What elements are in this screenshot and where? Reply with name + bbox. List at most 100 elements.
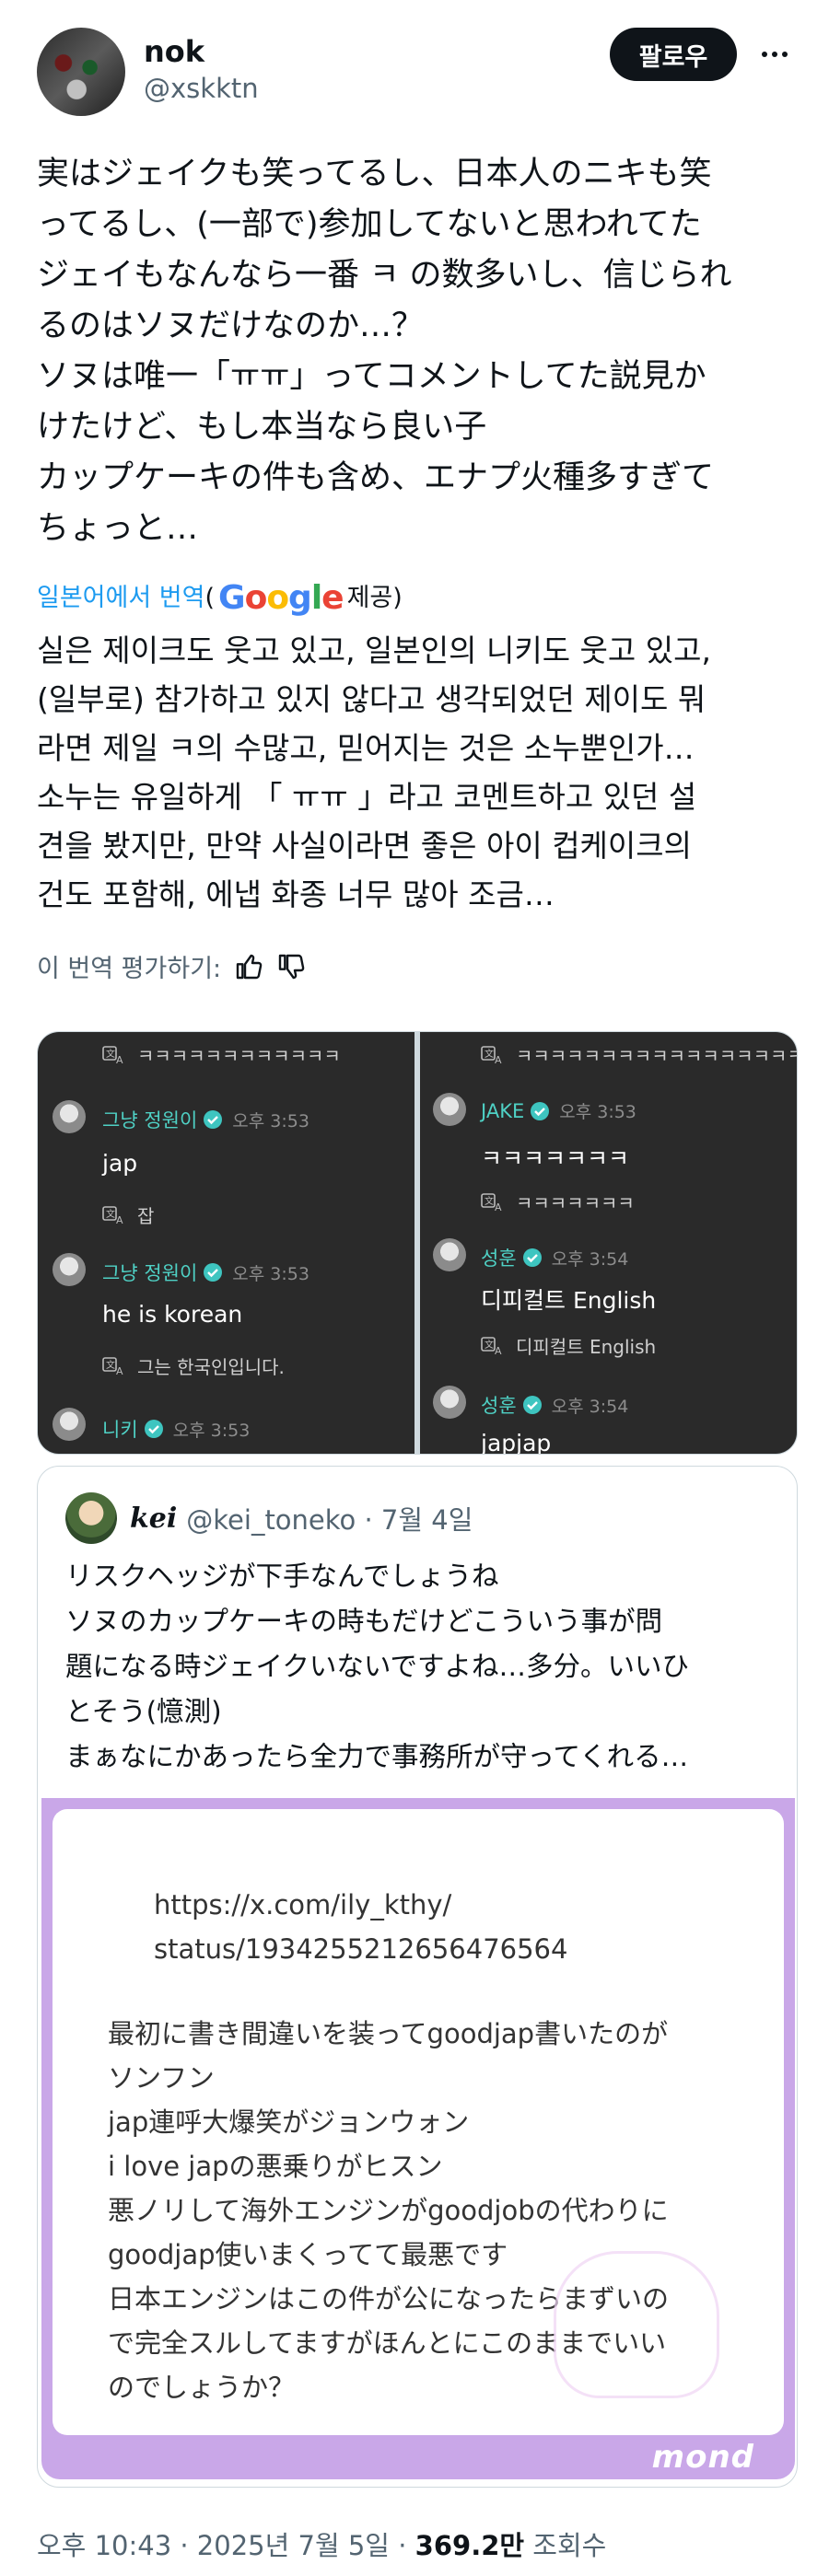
translation-line: 소누는 유일하게 「 ㅠㅠ 」라고 코멘트하고 있던 설 — [37, 779, 697, 815]
translation-line: 文A 디피컬트 English — [481, 1332, 656, 1359]
chat-avatar — [433, 1093, 466, 1126]
quote-image[interactable]: https://x.com/ily_kthy/ status/193425521… — [41, 1798, 795, 2479]
chat-avatar — [433, 1238, 466, 1271]
chat-screenshot-right[interactable]: 文A ㅋㅋㅋㅋㅋㅋㅋㅋㅋㅋㅋㅋㅋㅋㅋㅋㅋ JAKE 오후 3:53 ㅋㅋㅋㅋㅋㅋ… — [420, 1032, 797, 1454]
verified-icon — [522, 1248, 542, 1267]
chat-avatar — [53, 1408, 86, 1441]
chat-sender: 그냥 정원이 오후 3:53 — [102, 1262, 309, 1284]
svg-text:文: 文 — [106, 1359, 115, 1371]
translation-line: (일부로) 참가하고 있지 않다고 생각되었던 제이도 뭐 — [37, 681, 706, 717]
svg-text:文: 文 — [106, 1208, 115, 1220]
author-avatar[interactable] — [37, 28, 125, 116]
chat-avatar — [53, 1100, 86, 1133]
svg-text:A: A — [116, 1214, 123, 1225]
quote-avatar — [65, 1492, 117, 1544]
paren-open: ( — [204, 584, 216, 612]
views-label: 조회수 — [524, 2530, 607, 2561]
svg-text:A: A — [495, 1201, 502, 1213]
svg-text:文: 文 — [485, 1195, 494, 1207]
translation-attribution: 일본어에서 번역 ( Google 제공) — [37, 580, 403, 617]
verified-icon — [204, 1263, 223, 1282]
translation-line: 견을 봤지만, 만약 사실이라면 좋은 아이 컵케이크의 — [37, 828, 692, 864]
translated-text: 실은 제이크도 웃고 있고, 일본인의 니키도 웃고 있고, (일부로) 참가하… — [37, 626, 801, 919]
quote-line: リスクヘッジが下手なんでしょうね — [65, 1561, 499, 1592]
chat-message: 디피컬트 English — [481, 1287, 657, 1314]
author-names: nok @xskktn — [144, 33, 259, 107]
author-display-name[interactable]: nok — [144, 33, 259, 70]
svg-text:文: 文 — [485, 1339, 494, 1351]
quote-meta: @kei_toneko · 7월 4일 — [186, 1504, 473, 1536]
tweet-line: ちょっと… — [37, 510, 199, 547]
chat-sender: 그냥 정원이 오후 3:53 — [102, 1109, 309, 1131]
translation-line: 文A ㅋㅋㅋㅋㅋㅋㅋㅋㅋㅋㅋㅋㅋㅋㅋㅋㅋ — [481, 1041, 797, 1068]
author-handle[interactable]: @xskktn — [144, 70, 259, 107]
translation-line: 文A ㅋㅋㅋㅋㅋㅋㅋ — [481, 1189, 635, 1215]
translation-line: 건도 포함해, 에냅 화종 너무 많아 조금… — [37, 876, 555, 912]
media-grid[interactable]: 文A ㅋㅋㅋㅋㅋㅋㅋㅋㅋㅋㅋㅋ 그냥 정원이 오후 3:53 jap 文A 잡 … — [37, 1031, 798, 1455]
chat-screenshot-left[interactable]: 文A ㅋㅋㅋㅋㅋㅋㅋㅋㅋㅋㅋㅋ 그냥 정원이 오후 3:53 jap 文A 잡 … — [38, 1032, 414, 1454]
translation-line: 文A 잡 — [102, 1201, 154, 1228]
translate-icon: 文A — [102, 1356, 123, 1376]
chat-message: jap — [102, 1150, 138, 1177]
quote-image-note: https://x.com/ily_kthy/ status/193425521… — [53, 1809, 784, 2435]
translate-icon: 文A — [102, 1045, 123, 1065]
chat-sender: 성훈 오후 3:54 — [481, 1247, 629, 1270]
more-options-icon[interactable] — [755, 31, 794, 77]
timestamp[interactable]: 오후 10:43 · 2025년 7월 5일 · — [37, 2530, 415, 2561]
chat-message: japjap — [481, 1430, 552, 1454]
quote-line: とそう(憶測) — [65, 1696, 222, 1727]
verified-icon — [144, 1420, 163, 1438]
tweet-line: るのはソヌだけなのか…？ — [37, 307, 425, 344]
thumbs-down-icon[interactable] — [276, 952, 306, 981]
quote-image-url: https://x.com/ily_kthy/ status/193425521… — [154, 1889, 568, 1965]
tweet-header: nok @xskktn 팔로우 — [37, 28, 794, 120]
translation-line: 文A 그는 한국인입니다. — [102, 1352, 285, 1379]
quote-text: リスクヘッジが下手なんでしょうね ソヌのカップケーキの時もだけどこういう事が問 … — [65, 1554, 793, 1780]
quote-header: kei @kei_toneko · 7월 4일 — [65, 1492, 473, 1544]
translate-icon: 文A — [481, 1045, 502, 1065]
verified-icon — [204, 1110, 223, 1129]
svg-text:A: A — [116, 1054, 123, 1065]
google-logo: Google — [218, 579, 344, 617]
chat-sender: 니키 오후 3:53 — [102, 1419, 251, 1441]
svg-text:A: A — [116, 1365, 123, 1376]
cat-watermark-icon — [554, 2251, 719, 2398]
chat-message: ㅋㅋㅋㅋㅋㅋㅋ — [481, 1145, 630, 1172]
provided-label: 제공) — [346, 584, 403, 612]
chat-message: he is korean — [102, 1301, 243, 1328]
chat-avatar — [433, 1386, 466, 1419]
translation-line: 文A ㅋㅋㅋㅋㅋㅋㅋㅋㅋㅋㅋㅋ — [102, 1041, 341, 1068]
translate-icon: 文A — [102, 1205, 123, 1225]
view-count: 369.2만 — [414, 2530, 525, 2561]
chat-sender: JAKE 오후 3:53 — [481, 1099, 636, 1123]
quote-line: ソヌのカップケーキの時もだけどこういう事が問 — [65, 1606, 663, 1637]
tweet-line: けたけど、もし本当なら良い子 — [37, 409, 487, 446]
verified-icon — [522, 1396, 542, 1414]
rate-translation: 이 번역 평가하기: — [37, 948, 306, 984]
quote-line: 題になる時ジェイクいないですよね…多分。いいひ — [65, 1651, 690, 1682]
translate-icon: 文A — [481, 1192, 502, 1213]
tweet-text: 実はジェイクも笑ってるし、日本人のニキも笑 ってるし、(一部で)参加してないと思… — [37, 149, 801, 554]
translation-line: 라면 제일 ㅋ의 수많고, 믿어지는 것은 소누뿐인가… — [37, 730, 695, 766]
follow-button[interactable]: 팔로우 — [610, 28, 737, 81]
svg-text:文: 文 — [106, 1048, 115, 1060]
thumbs-up-icon[interactable] — [234, 952, 263, 981]
tweet-footer: 오후 10:43 · 2025년 7월 5일 · 369.2만 조회수 — [37, 2524, 606, 2563]
chat-sender: 성훈 오후 3:54 — [481, 1395, 629, 1417]
svg-text:A: A — [495, 1054, 502, 1065]
tweet-line: カップケーキの件も含め、エナプ火種多すぎて — [37, 459, 715, 496]
watermark-logo: mond — [651, 2439, 754, 2476]
verified-icon — [531, 1101, 550, 1120]
chat-avatar — [53, 1253, 86, 1286]
translate-icon: 文A — [481, 1336, 502, 1356]
tweet-line: 実はジェイクも笑ってるし、日本人のニキも笑 — [37, 156, 712, 192]
translation-line: 실은 제이크도 웃고 있고, 일본인의 니키도 웃고 있고, — [37, 632, 711, 668]
tweet-line: ソヌは唯一「ㅠㅠ」ってコメントしてた説見か — [37, 358, 706, 395]
rate-translation-label: 이 번역 평가하기: — [37, 955, 222, 983]
svg-text:A: A — [495, 1345, 502, 1356]
tweet-line: ってるし、(一部で)参加してないと思われてた — [37, 206, 702, 243]
quoted-tweet[interactable]: kei @kei_toneko · 7월 4일 リスクヘッジが下手なんでしょうね… — [37, 1466, 798, 2488]
svg-text:文: 文 — [485, 1048, 494, 1060]
quote-line: まぁなにかあったら全力で事務所が守ってくれる… — [65, 1741, 689, 1772]
translated-from-link[interactable]: 일본어에서 번역 — [37, 580, 204, 617]
